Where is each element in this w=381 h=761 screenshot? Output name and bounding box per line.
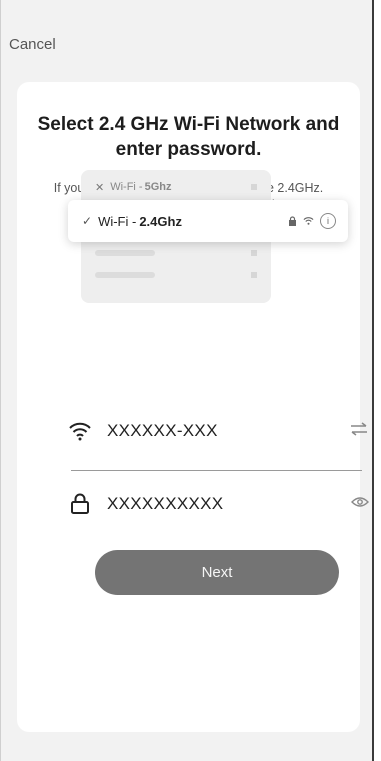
next-button[interactable]: Next	[95, 550, 339, 595]
page-title: Select 2.4 GHz Wi-Fi Network and enter p…	[37, 114, 340, 160]
wifi-small-icon	[303, 217, 314, 225]
password-value: XXXXXXXXXX	[107, 494, 224, 513]
wifi-name-field[interactable]: XXXXXX-XXX	[69, 413, 369, 449]
swap-icon[interactable]	[349, 421, 369, 441]
cross-icon: ✕	[95, 181, 105, 194]
lock-small-icon	[289, 216, 296, 226]
wifi-ssid-value: XXXXXX-XXX	[107, 421, 218, 440]
cancel-button[interactable]: Cancel	[9, 36, 56, 53]
password-field[interactable]: XXXXXXXXXX	[71, 486, 369, 522]
illustration-5ghz-prefix: Wi-Fi -	[110, 181, 143, 193]
lock-icon	[65, 493, 95, 515]
eye-icon[interactable]	[351, 495, 369, 513]
info-icon: i	[320, 213, 336, 229]
illustration-24ghz-prefix: Wi-Fi -	[98, 213, 137, 229]
placeholder-square	[251, 272, 257, 278]
network-status-icons: i	[288, 213, 336, 229]
wifi-icon	[65, 421, 95, 441]
illustration-row-placeholder	[95, 242, 257, 264]
placeholder-bar	[95, 250, 155, 256]
illustration-24ghz-band: 2.4Ghz	[139, 213, 182, 229]
placeholder-square	[251, 184, 257, 190]
illustration-row-5ghz: ✕ Wi-Fi - 5Ghz	[95, 176, 257, 198]
wifi-setup-screen: Cancel Select 2.4 GHz Wi-Fi Network and …	[0, 0, 374, 761]
check-icon: ✓	[82, 214, 93, 228]
placeholder-bar	[95, 272, 155, 278]
field-divider	[71, 470, 362, 471]
illustration-row-24ghz: ✓ Wi-Fi - 2.4Ghz i	[68, 200, 348, 242]
placeholder-square	[251, 250, 257, 256]
illustration-row-placeholder	[95, 264, 257, 286]
illustration-5ghz-band: 5Ghz	[144, 181, 172, 193]
